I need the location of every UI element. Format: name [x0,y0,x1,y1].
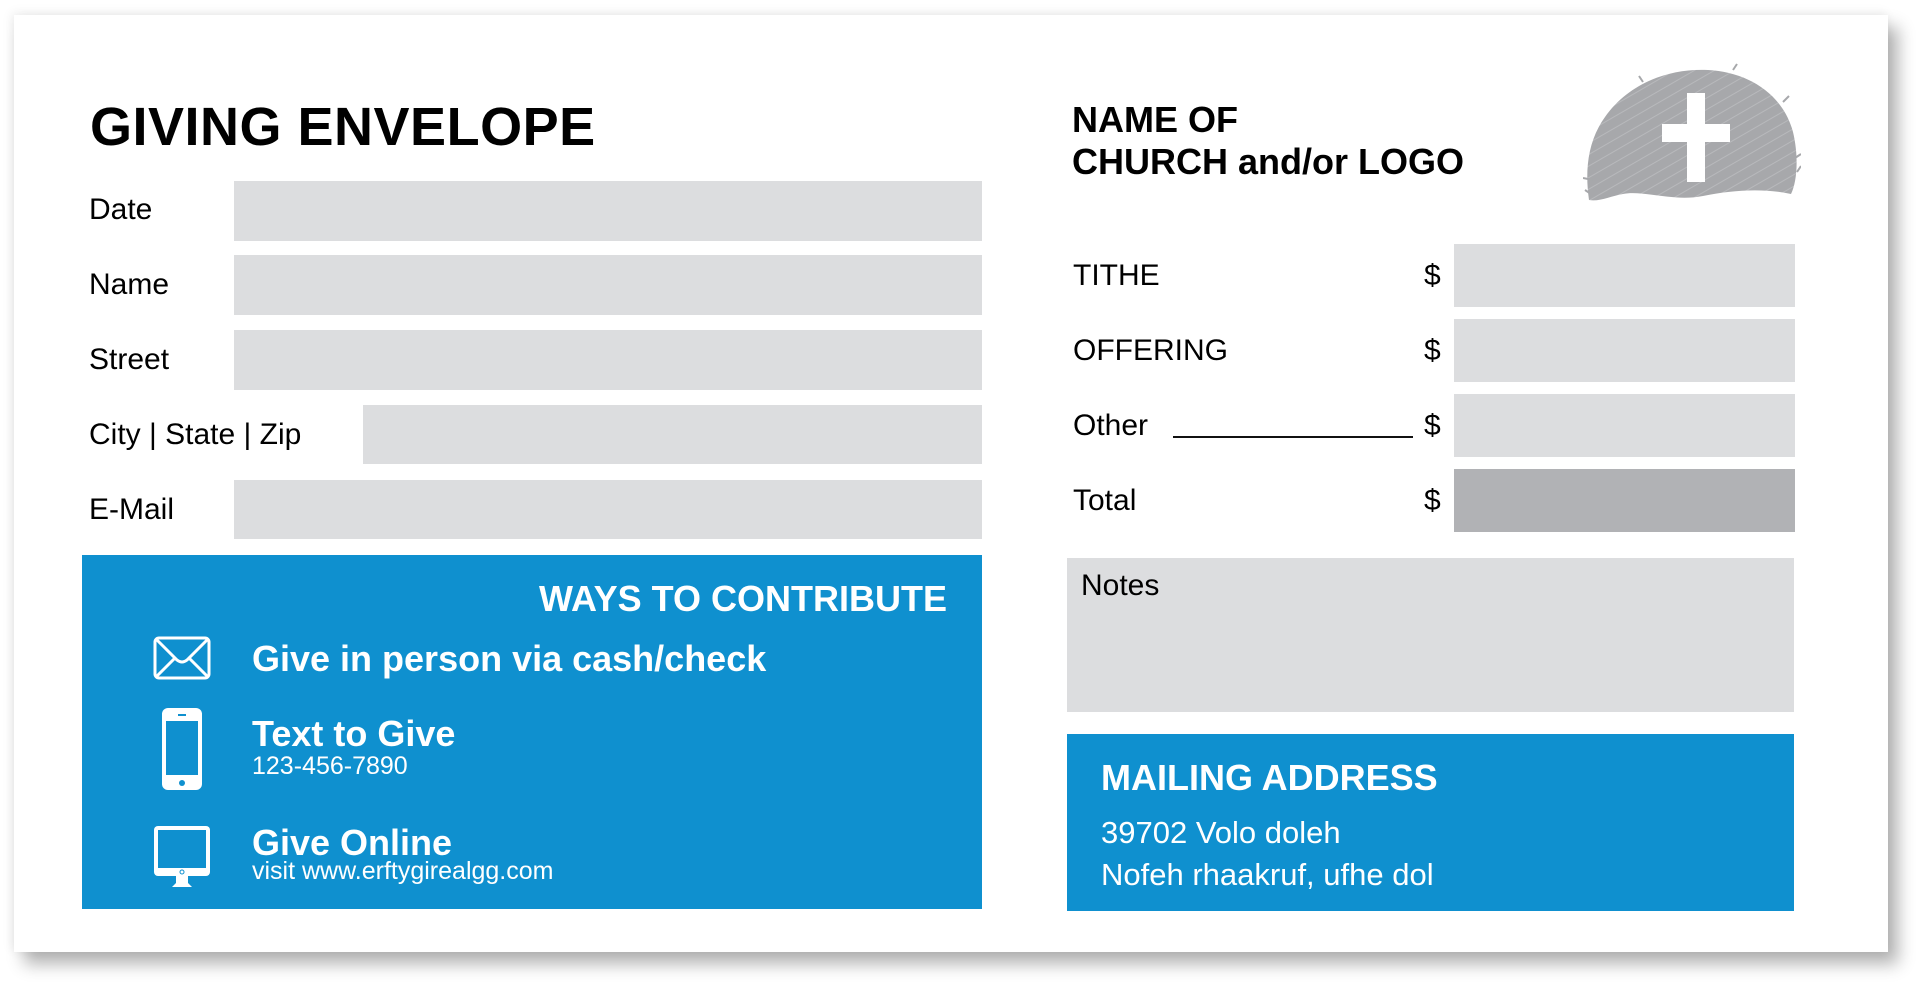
offering-amount-field[interactable] [1454,319,1795,382]
mailing-address-heading: MAILING ADDRESS [1101,757,1438,798]
email-field[interactable] [234,480,982,539]
give-in-person-title: Give in person via cash/check [252,638,767,679]
other-amount-field[interactable] [1454,394,1795,457]
offering-dollar-sign: $ [1424,334,1441,367]
street-label: Street [89,343,170,376]
text-to-give-number: 123-456-7890 [252,752,408,780]
date-field[interactable] [234,181,982,241]
notes-label: Notes [1081,569,1160,602]
other-label: Other [1073,409,1149,442]
offering-label: OFFERING [1073,334,1228,367]
phone-icon [162,708,202,790]
tithe-dollar-sign: $ [1424,259,1441,292]
mailing-address-line1: 39702 Volo doleh [1101,815,1341,850]
street-field[interactable] [234,330,982,390]
other-description-line[interactable] [1173,436,1413,438]
church-name-line1: NAME OF [1072,99,1238,140]
city-state-zip-field[interactable] [363,405,982,464]
mailing-address-line2: Nofeh rhaakruf, ufhe dol [1101,857,1434,892]
notes-box[interactable] [1067,558,1794,712]
give-online-url[interactable]: visit www.erftygirealgg.com [252,859,553,884]
cross-logo-icon [1583,63,1801,201]
tithe-label: TITHE [1073,259,1160,292]
name-field[interactable] [234,255,982,315]
name-label: Name [89,268,170,301]
total-amount-field[interactable] [1454,469,1795,532]
email-label: E-Mail [89,493,175,526]
text-to-give-title: Text to Give [252,713,456,754]
date-label: Date [89,193,153,226]
city-state-zip-label: City | State | Zip [89,418,302,451]
ways-to-contribute-heading: WAYS TO CONTRIBUTE [538,578,947,619]
tithe-amount-field[interactable] [1454,244,1795,307]
envelope-icon [153,636,211,680]
church-name: NAME OF CHURCH and/or LOGO [1072,99,1464,183]
give-online-title: Give Online [252,822,453,863]
church-name-line2: CHURCH and/or LOGO [1072,141,1464,182]
other-dollar-sign: $ [1424,409,1441,442]
page-title: GIVING ENVELOPE [90,97,596,157]
total-label: Total [1073,484,1137,517]
monitor-icon [154,826,210,887]
total-dollar-sign: $ [1424,484,1441,517]
